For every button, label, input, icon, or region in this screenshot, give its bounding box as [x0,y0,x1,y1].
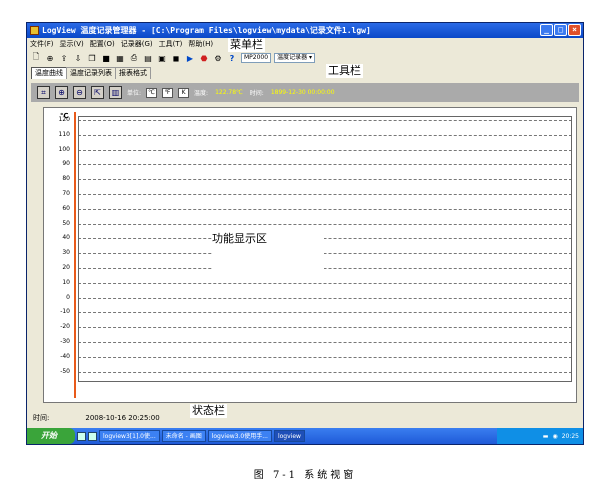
y-tick-label: 70 [62,190,70,197]
y-tick-label: 20 [62,264,70,271]
stop-icon[interactable]: ■ [101,53,111,63]
tab-temperature-list[interactable]: 温度记录列表 [66,67,116,79]
close-button[interactable]: × [568,24,581,36]
grid-icon[interactable]: ▤ [143,53,153,63]
y-axis-line [74,112,76,398]
menu-bar: 文件(F) 显示(V) 配置(O) 记录器(G) 工具(T) 帮助(H) [27,39,213,50]
y-tick-label: 90 [62,160,70,168]
download-icon[interactable]: ⇩ [73,53,83,63]
record-icon[interactable]: ▣ [157,53,167,63]
tab-strip: 温度曲线 温度记录列表 报表格式 [31,67,151,79]
y-tick-label: 100 [58,145,70,153]
network-icon[interactable]: ▬ [543,433,549,440]
unit-celsius-button[interactable]: ℃ [146,87,158,98]
y-tick-label: -10 [60,308,70,316]
stop-sign-icon[interactable]: ⬣ [199,53,209,63]
y-tick-label: 0 [66,293,70,301]
figure-caption: 图 7-1 系统视窗 [253,470,357,481]
menu-tools[interactable]: 工具(T) [159,39,183,50]
y-tick-label: 60 [62,204,70,212]
temp-readout: 122.78℃ [213,89,245,96]
menu-config[interactable]: 配置(O) [90,39,115,50]
annotation-toolbar: 工具栏 [326,64,363,78]
y-tick-label: -30 [60,338,70,345]
unit-kelvin-button[interactable]: K [178,87,190,98]
start-button[interactable]: 开始 [27,428,75,444]
title-bar[interactable]: LogView 温度记录管理器 - [C:\Program Files\logv… [27,23,583,38]
zoom-in-icon[interactable]: ⊕ [55,86,68,99]
menu-help[interactable]: 帮助(H) [188,39,213,50]
annotation-status: 状态栏 [190,404,227,418]
save-icon[interactable]: ◼ [171,53,181,63]
task-item[interactable]: 未命名 - 画图 [161,430,206,442]
table-icon[interactable]: ▥ [109,86,122,99]
device-type-value: 温度记录器 [277,54,308,61]
device-select[interactable]: MP2000 [241,53,272,63]
device-type-select[interactable]: 温度记录器 ▾ [274,53,316,63]
clock[interactable]: 20:25 [562,433,579,440]
zoom-out-icon[interactable]: ⊖ [73,86,86,99]
tab-temperature-curve[interactable]: 温度曲线 [31,67,67,79]
annotation-menu: 菜单栏 [228,38,265,52]
status-time-label: 时间: [33,414,50,422]
system-tray: ▬ ◉ 20:25 [497,428,583,444]
y-tick-label: 10 [62,278,70,286]
open-icon[interactable]: ⊕ [45,53,55,63]
menu-view[interactable]: 显示(V) [60,39,84,50]
volume-icon[interactable]: ◉ [552,433,557,440]
chart-icon[interactable]: ▦ [115,53,125,63]
unit-fahrenheit-button[interactable]: ℉ [162,87,174,98]
settings-icon[interactable]: ⚙ [213,53,223,63]
copy-icon[interactable]: ❐ [87,53,97,63]
menu-file[interactable]: 文件(F) [30,39,54,50]
task-item[interactable]: logview3[1].0使... [99,430,160,442]
status-time-value: 2008-10-16 20:25:00 [85,414,160,422]
taskbar: 开始 logview3[1].0使... 未命名 - 画图 logview3.0… [27,428,583,444]
time-readout: 1899-12-30 00:00:00 [268,89,337,96]
pan-icon[interactable]: ⇱ [91,86,104,99]
task-item[interactable]: logview3.0使用手... [207,430,272,442]
minimize-button[interactable]: _ [540,24,553,36]
screenshot: LogView 温度记录管理器 - [C:\Program Files\logv… [0,0,610,490]
maximize-button[interactable]: □ [554,24,567,36]
y-tick-label: -50 [60,367,70,375]
y-tick-label: 30 [62,249,70,257]
task-item[interactable]: logview [273,430,305,442]
y-tick-label: 110 [58,130,70,138]
plot-area [78,116,572,382]
toolbar: 🗋 ⊕ ⇪ ⇩ ❐ ■ ▦ ⎙ ▤ ▣ ◼ ▶ ⬣ ⚙ ? MP2000 温度记… [27,51,583,65]
y-tick-label: -40 [60,352,70,360]
help-icon[interactable]: ? [227,53,237,63]
y-tick-label: -20 [60,323,70,331]
menu-recorder[interactable]: 记录器(G) [121,39,153,50]
unit-label: 单位: [127,90,142,97]
temp-label: 温度: [194,90,209,97]
y-tick-label: 80 [62,175,70,183]
app-icon [30,26,39,35]
y-tick-label: 40 [62,234,70,242]
time-label: 时间: [249,90,264,97]
quicklaunch-icon[interactable] [77,431,86,441]
y-tick-label: 50 [62,219,70,227]
upload-icon[interactable]: ⇪ [59,53,69,63]
print-icon[interactable]: ⎙ [129,53,139,63]
fit-icon[interactable]: ⌗ [37,86,50,99]
new-icon[interactable]: 🗋 [31,52,41,63]
y-tick-label: 120 [58,116,70,123]
quicklaunch-browser-icon[interactable] [88,431,97,441]
chart-control-bar: ⌗ ⊕ ⊖ ⇱ ▥ 单位: ℃ ℉ K 温度: 122.78℃ 时间: 1899… [31,83,579,102]
tab-report-format[interactable]: 报表格式 [115,67,151,79]
play-icon[interactable]: ▶ [185,53,195,63]
annotation-function-area: 功能显示区 [212,232,324,280]
window-title: LogView 温度记录管理器 - [C:\Program Files\logv… [42,26,371,35]
status-bar: 时间: 2008-10-16 20:25:00 [27,409,583,427]
